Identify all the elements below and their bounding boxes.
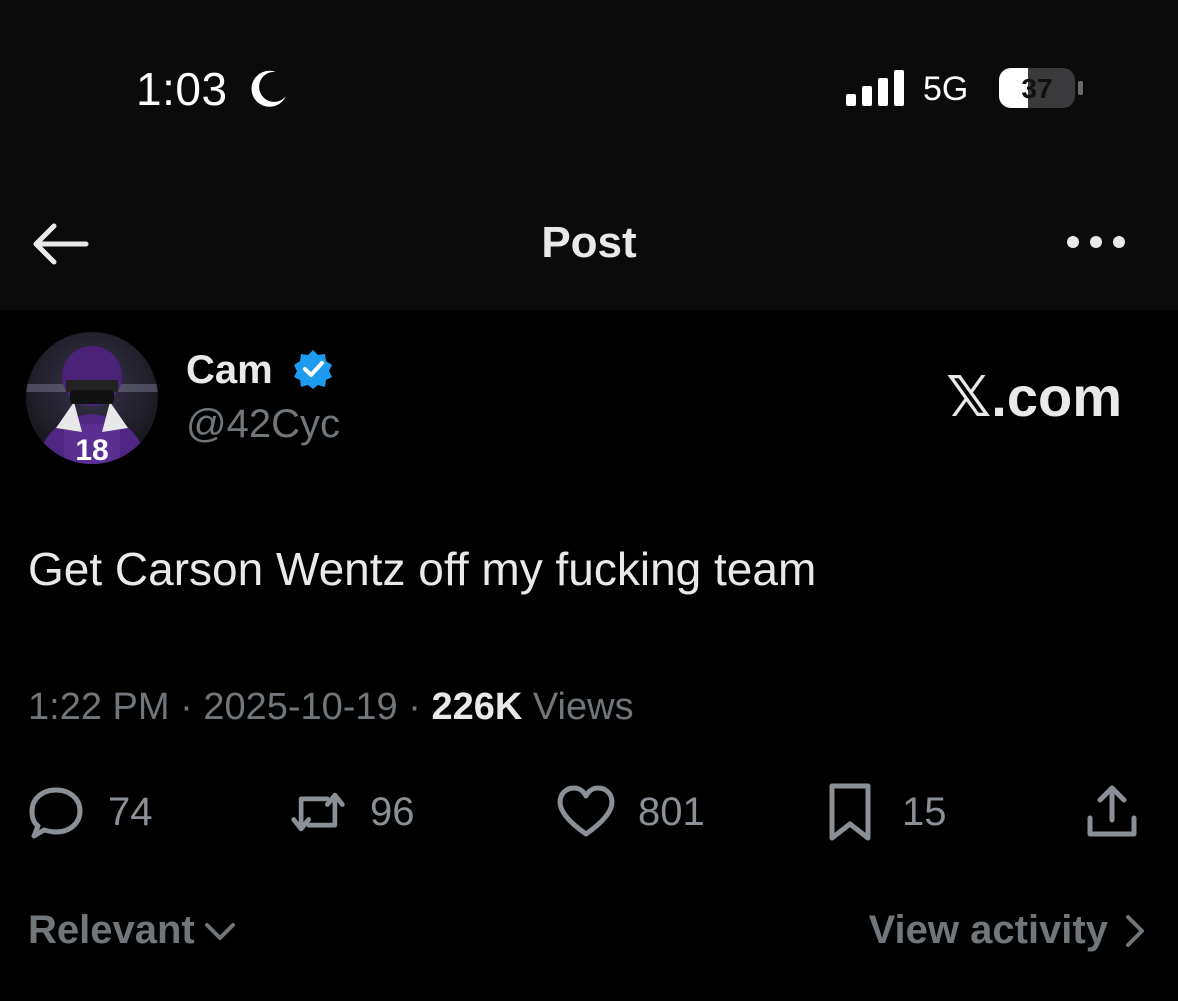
action-bar: 74 96 801 15 <box>0 780 1178 844</box>
share-icon <box>1087 785 1137 837</box>
sort-replies-dropdown[interactable]: Relevant <box>28 908 237 953</box>
like-button[interactable]: 801 <box>556 780 705 844</box>
more-options-icon[interactable] <box>1064 228 1128 256</box>
post-date: 2025-10-19 <box>203 686 398 728</box>
battery-icon: 37 <box>999 68 1083 108</box>
bookmark-count: 15 <box>902 789 947 834</box>
signal-icon <box>846 70 904 106</box>
bookmark-button[interactable]: 15 <box>820 780 947 844</box>
repost-count: 96 <box>370 789 415 834</box>
views-count[interactable]: 226K <box>431 686 522 728</box>
like-count: 801 <box>638 789 705 834</box>
post-meta: 1:22 PM · 2025-10-19 · 226K Views <box>28 686 634 729</box>
chevron-down-icon <box>204 922 235 940</box>
svg-text:18: 18 <box>75 434 108 464</box>
verified-badge-icon <box>294 350 332 389</box>
meta-separator: · <box>408 686 421 728</box>
author-name[interactable]: Cam <box>186 348 273 393</box>
repost-button[interactable]: 96 <box>288 780 415 844</box>
avatar[interactable]: 18 <box>26 332 158 464</box>
views-label[interactable]: Views <box>533 686 634 728</box>
moon-icon <box>251 70 286 107</box>
bookmark-icon <box>829 783 871 841</box>
heart-icon <box>557 785 615 837</box>
author-handle[interactable]: @42Cyc <box>186 402 340 447</box>
view-activity-label: View activity <box>868 908 1108 952</box>
meta-separator: · <box>180 686 193 728</box>
chevron-right-icon <box>1126 914 1144 947</box>
battery-level: 37 <box>1021 73 1052 104</box>
sort-label: Relevant <box>28 908 195 952</box>
page-title: Post <box>541 218 637 267</box>
reply-icon <box>29 787 83 839</box>
post-text: Get Carson Wentz off my fucking team <box>28 543 817 595</box>
status-time: 1:03 <box>136 63 228 115</box>
view-activity-link[interactable]: View activity <box>869 908 1148 953</box>
repost-icon <box>291 792 345 832</box>
network-type: 5G <box>923 70 969 108</box>
post-time: 1:22 PM <box>28 686 170 728</box>
reply-button[interactable]: 74 <box>26 780 153 844</box>
reply-count: 74 <box>108 789 153 834</box>
site-watermark: 𝕏.com <box>946 365 1122 428</box>
share-button[interactable] <box>1082 780 1142 844</box>
